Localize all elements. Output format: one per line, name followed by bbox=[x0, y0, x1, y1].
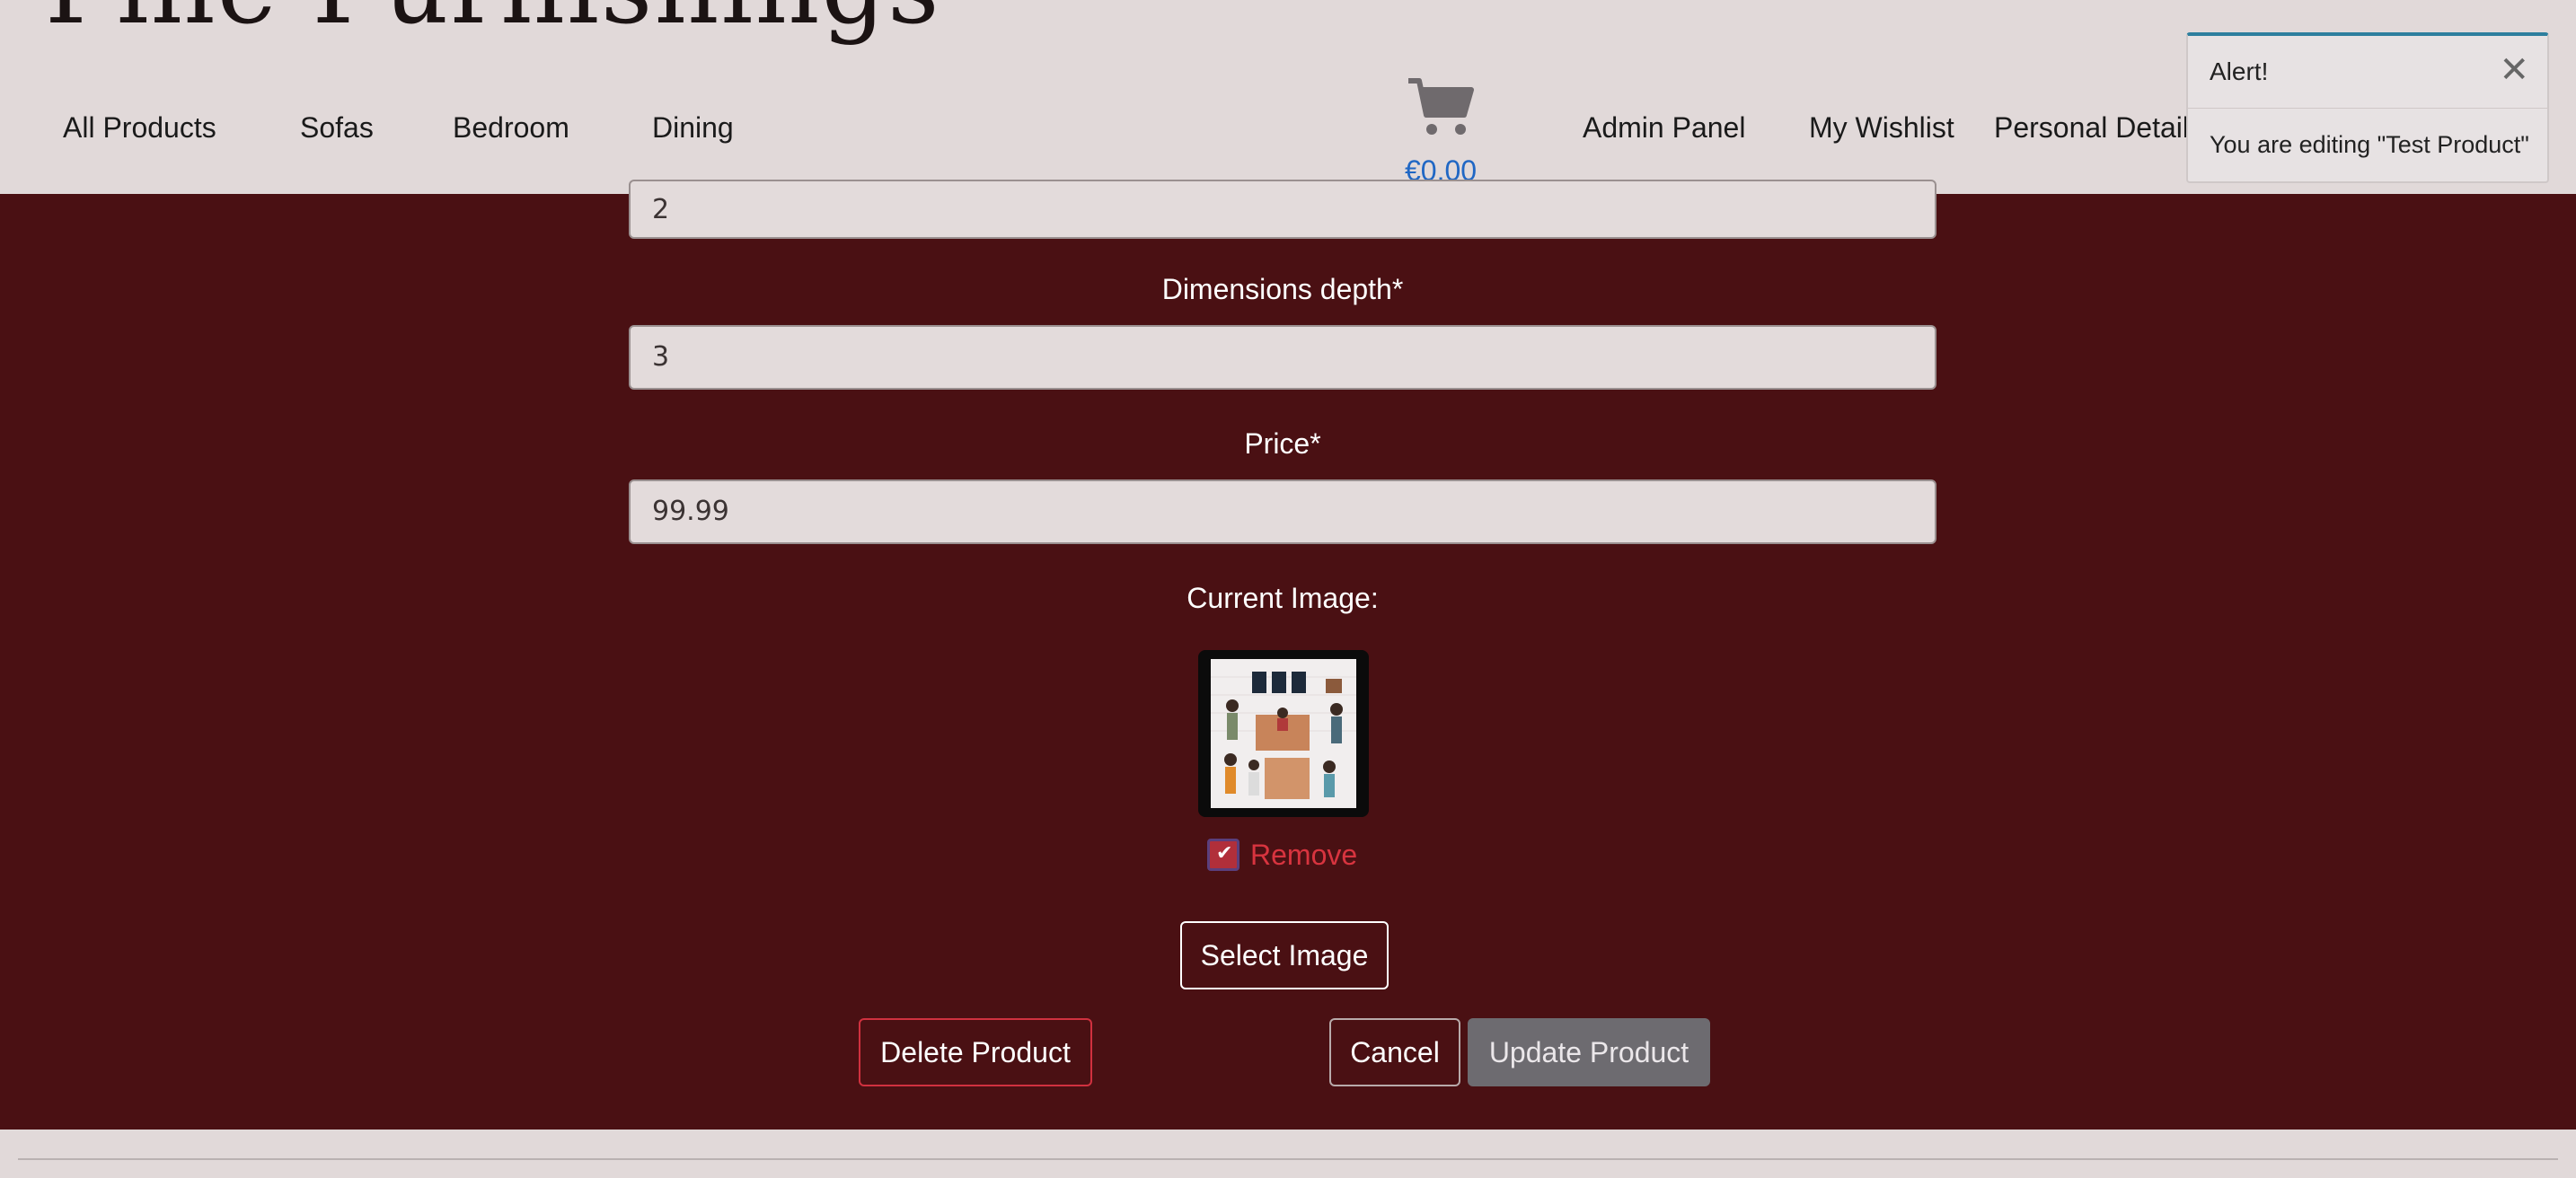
current-image-thumbnail bbox=[1198, 650, 1369, 817]
select-image-button[interactable]: Select Image bbox=[1180, 921, 1389, 989]
depth-label: Dimensions depth* bbox=[1161, 273, 1404, 305]
cancel-button[interactable]: Cancel bbox=[1329, 1018, 1460, 1086]
remove-image-checkbox[interactable]: ✔ bbox=[1207, 839, 1239, 871]
check-icon: ✔ bbox=[1216, 842, 1233, 865]
close-icon[interactable]: ✕ bbox=[2499, 52, 2529, 88]
edit-product-form: 2 Dimensions depth* 3 Price* 99.99 Curre… bbox=[0, 180, 2576, 1130]
price-field[interactable]: 99.99 bbox=[629, 479, 1936, 544]
nav-sofas[interactable]: Sofas bbox=[300, 111, 374, 145]
height-field[interactable]: 2 bbox=[629, 180, 1936, 239]
nav-all-products[interactable]: All Products bbox=[63, 111, 216, 145]
shopping-cart-icon[interactable] bbox=[1405, 75, 1477, 138]
update-product-button[interactable]: Update Product bbox=[1468, 1018, 1710, 1086]
toast-title: Alert! bbox=[2210, 57, 2269, 85]
alert-toast: Alert! ✕ You are editing "Test Product" bbox=[2186, 32, 2549, 183]
delete-product-button[interactable]: Delete Product bbox=[859, 1018, 1092, 1086]
footer-divider bbox=[18, 1158, 2558, 1160]
nav-admin-panel[interactable]: Admin Panel bbox=[1583, 111, 1745, 145]
nav-dining[interactable]: Dining bbox=[652, 111, 734, 145]
current-image-label: Current Image: bbox=[1187, 582, 1379, 614]
toast-header: Alert! ✕ bbox=[2188, 36, 2547, 109]
site-footer bbox=[0, 1130, 2576, 1178]
remove-image-control: ✔ Remove bbox=[1207, 837, 1357, 873]
price-label: Price* bbox=[1244, 427, 1321, 460]
toast-message: You are editing "Test Product" bbox=[2210, 131, 2529, 158]
nav-bedroom[interactable]: Bedroom bbox=[453, 111, 569, 145]
remove-label[interactable]: Remove bbox=[1250, 839, 1357, 872]
depth-field[interactable]: 3 bbox=[629, 325, 1936, 390]
product-image bbox=[1211, 659, 1356, 808]
brand-logo[interactable]: Fine Furnishings bbox=[45, 0, 941, 47]
nav-my-wishlist[interactable]: My Wishlist bbox=[1809, 111, 1954, 145]
nav-personal-details[interactable]: Personal Details bbox=[1994, 111, 2203, 145]
